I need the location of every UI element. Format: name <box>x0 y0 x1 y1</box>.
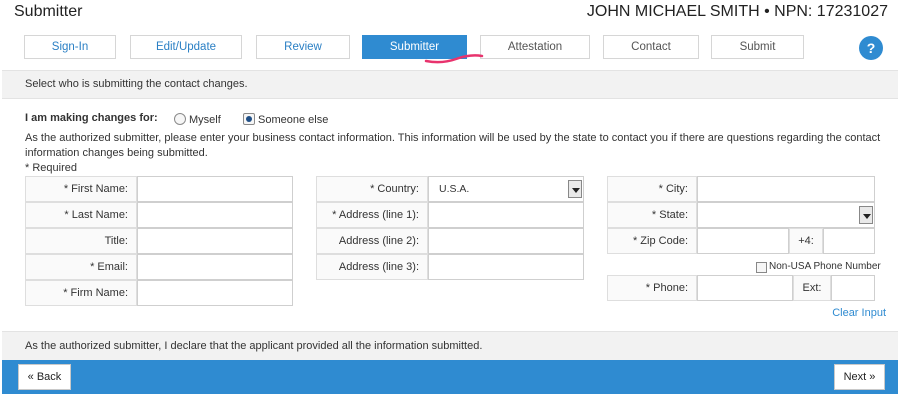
active-step-swoosh <box>424 54 484 64</box>
email-input[interactable] <box>137 254 293 280</box>
phone-ext-input[interactable] <box>831 275 875 301</box>
firm-name-label: * Firm Name: <box>25 280 137 306</box>
city-input[interactable] <box>697 176 875 202</box>
address1-input[interactable] <box>428 202 584 228</box>
city-label: * City: <box>607 176 697 202</box>
non-usa-phone-label[interactable]: Non-USA Phone Number <box>769 261 881 272</box>
step-submit[interactable]: Submit <box>711 35 804 59</box>
address3-label: Address (line 3): <box>316 254 428 280</box>
making-changes-label: I am making changes for: <box>25 112 158 124</box>
step-edit-update[interactable]: Edit/Update <box>130 35 242 59</box>
non-usa-phone-checkbox[interactable] <box>756 262 767 273</box>
submitter-description: As the authorized submitter, please ente… <box>25 132 881 159</box>
first-name-label: * First Name: <box>25 176 137 202</box>
top-header: Submitter JOHN MICHAEL SMITH • NPN: 1723… <box>0 0 900 26</box>
next-button[interactable]: Next » <box>834 364 885 390</box>
zip-plus4-label: +4: <box>789 228 823 254</box>
phone-ext-label: Ext: <box>793 275 831 301</box>
email-label: * Email: <box>25 254 137 280</box>
clear-input-link[interactable]: Clear Input <box>832 307 886 319</box>
chevron-down-icon[interactable] <box>859 206 873 224</box>
title-input[interactable] <box>137 228 293 254</box>
phone-label: * Phone: <box>607 275 697 301</box>
help-icon[interactable]: ? <box>859 36 883 60</box>
step-attestation[interactable]: Attestation <box>480 35 590 59</box>
first-name-input[interactable] <box>137 176 293 202</box>
instruction-bar: Select who is submitting the contact cha… <box>2 70 898 99</box>
address1-label: * Address (line 1): <box>316 202 428 228</box>
step-sign-in[interactable]: Sign-In <box>24 35 116 59</box>
last-name-label: * Last Name: <box>25 202 137 228</box>
country-select[interactable]: U.S.A. <box>428 176 584 202</box>
firm-name-input[interactable] <box>137 280 293 306</box>
radio-myself[interactable] <box>174 113 186 125</box>
required-note: * Required <box>25 162 77 174</box>
page-title: Submitter <box>14 3 83 20</box>
title-label: Title: <box>25 228 137 254</box>
country-label: * Country: <box>316 176 428 202</box>
address2-label: Address (line 2): <box>316 228 428 254</box>
chevron-down-icon[interactable] <box>568 180 582 198</box>
zip-plus4-input[interactable] <box>823 228 875 254</box>
radio-someone-else-label[interactable]: Someone else <box>258 114 328 126</box>
declaration-text: As the authorized submitter, I declare t… <box>2 331 898 360</box>
zip-label: * Zip Code: <box>607 228 697 254</box>
address3-input[interactable] <box>428 254 584 280</box>
address2-input[interactable] <box>428 228 584 254</box>
last-name-input[interactable] <box>137 202 293 228</box>
back-button[interactable]: « Back <box>18 364 71 390</box>
zip-input[interactable] <box>697 228 789 254</box>
user-name-npn: JOHN MICHAEL SMITH • NPN: 17231027 <box>586 3 888 20</box>
radio-someone-else[interactable] <box>243 113 255 125</box>
step-review[interactable]: Review <box>256 35 350 59</box>
country-value: U.S.A. <box>439 183 470 195</box>
state-select[interactable] <box>697 202 875 228</box>
radio-myself-label[interactable]: Myself <box>189 114 221 126</box>
step-contact[interactable]: Contact <box>603 35 699 59</box>
footer-bar: « Back Next » <box>2 360 898 394</box>
phone-input[interactable] <box>697 275 793 301</box>
state-label: * State: <box>607 202 697 228</box>
